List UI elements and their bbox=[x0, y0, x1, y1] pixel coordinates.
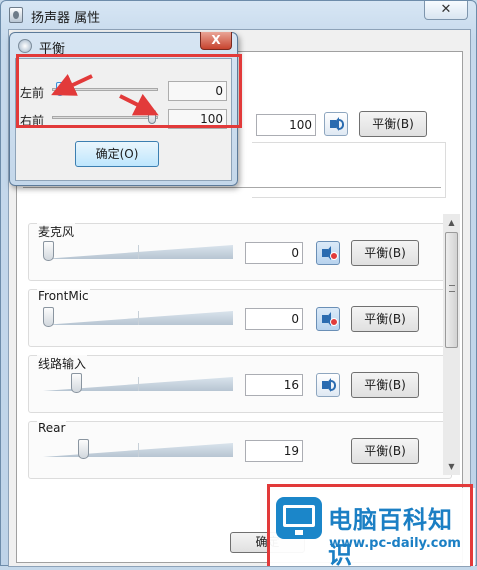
volume-slider-track[interactable] bbox=[43, 311, 233, 325]
master-level-value[interactable]: 100 bbox=[256, 114, 316, 136]
channel-label: Rear bbox=[37, 421, 67, 435]
volume-value[interactable]: 16 bbox=[245, 374, 303, 396]
separator bbox=[23, 187, 441, 188]
mute-button[interactable] bbox=[316, 241, 340, 265]
annotation-highlight-box bbox=[16, 54, 242, 128]
volume-slider-thumb[interactable] bbox=[43, 307, 54, 327]
muted-icon bbox=[330, 318, 338, 326]
scroll-up-arrow-icon[interactable]: ▲ bbox=[443, 214, 460, 231]
mute-button[interactable] bbox=[316, 307, 340, 331]
channel-label: FrontMic bbox=[37, 289, 90, 303]
balance-button[interactable]: 平衡(B) bbox=[351, 438, 419, 464]
channel-label: 麦克风 bbox=[37, 223, 76, 240]
speaker-icon bbox=[330, 117, 339, 131]
annotation-highlight-box-bottom bbox=[267, 484, 473, 566]
vertical-scrollbar[interactable]: ▲ ▼ bbox=[443, 214, 460, 475]
channel-group-frontmic: FrontMic 0 平衡(B) bbox=[28, 289, 452, 347]
channel-group-rear: Rear 19 平衡(B) bbox=[28, 421, 452, 479]
scroll-down-arrow-icon[interactable]: ▼ bbox=[443, 458, 460, 475]
balance-dialog-icon bbox=[18, 39, 32, 53]
channel-group-line-in: 线路输入 16 平衡(B) bbox=[28, 355, 452, 413]
volume-value[interactable]: 19 bbox=[245, 440, 303, 462]
volume-slider-thumb[interactable] bbox=[71, 373, 82, 393]
speaker-properties-icon bbox=[9, 7, 23, 23]
channel-group-mic: 麦克风 0 平衡(B) bbox=[28, 223, 452, 281]
title-bar[interactable]: 扬声器 属性 ✕ bbox=[1, 1, 476, 29]
volume-slider-track[interactable] bbox=[43, 443, 233, 457]
mute-button[interactable] bbox=[316, 373, 340, 397]
balance-button[interactable]: 平衡(B) bbox=[351, 372, 419, 398]
sound-wave-icon bbox=[331, 380, 336, 391]
balance-button[interactable]: 平衡(B) bbox=[351, 306, 419, 332]
balance-dialog-close-button[interactable]: X bbox=[200, 32, 232, 50]
scrollbar-thumb[interactable] bbox=[445, 232, 458, 348]
window-close-button[interactable]: ✕ bbox=[424, 1, 468, 20]
volume-value[interactable]: 0 bbox=[245, 242, 303, 264]
master-speaker-button[interactable] bbox=[324, 112, 348, 136]
muted-icon bbox=[330, 252, 338, 260]
master-level-group bbox=[252, 142, 446, 198]
balance-dialog-ok-button[interactable]: 确定(O) bbox=[75, 141, 159, 167]
channel-label: 线路输入 bbox=[37, 355, 88, 372]
volume-slider-thumb[interactable] bbox=[78, 439, 89, 459]
volume-slider-thumb[interactable] bbox=[43, 241, 54, 261]
speaker-icon bbox=[322, 312, 331, 326]
volume-slider-track[interactable] bbox=[43, 245, 233, 259]
window-title: 扬声器 属性 bbox=[31, 11, 101, 26]
volume-value[interactable]: 0 bbox=[245, 308, 303, 330]
sound-wave-icon bbox=[339, 119, 344, 130]
master-balance-button[interactable]: 平衡(B) bbox=[359, 111, 427, 137]
speaker-icon bbox=[322, 246, 331, 260]
balance-button[interactable]: 平衡(B) bbox=[351, 240, 419, 266]
speaker-icon bbox=[322, 378, 331, 392]
